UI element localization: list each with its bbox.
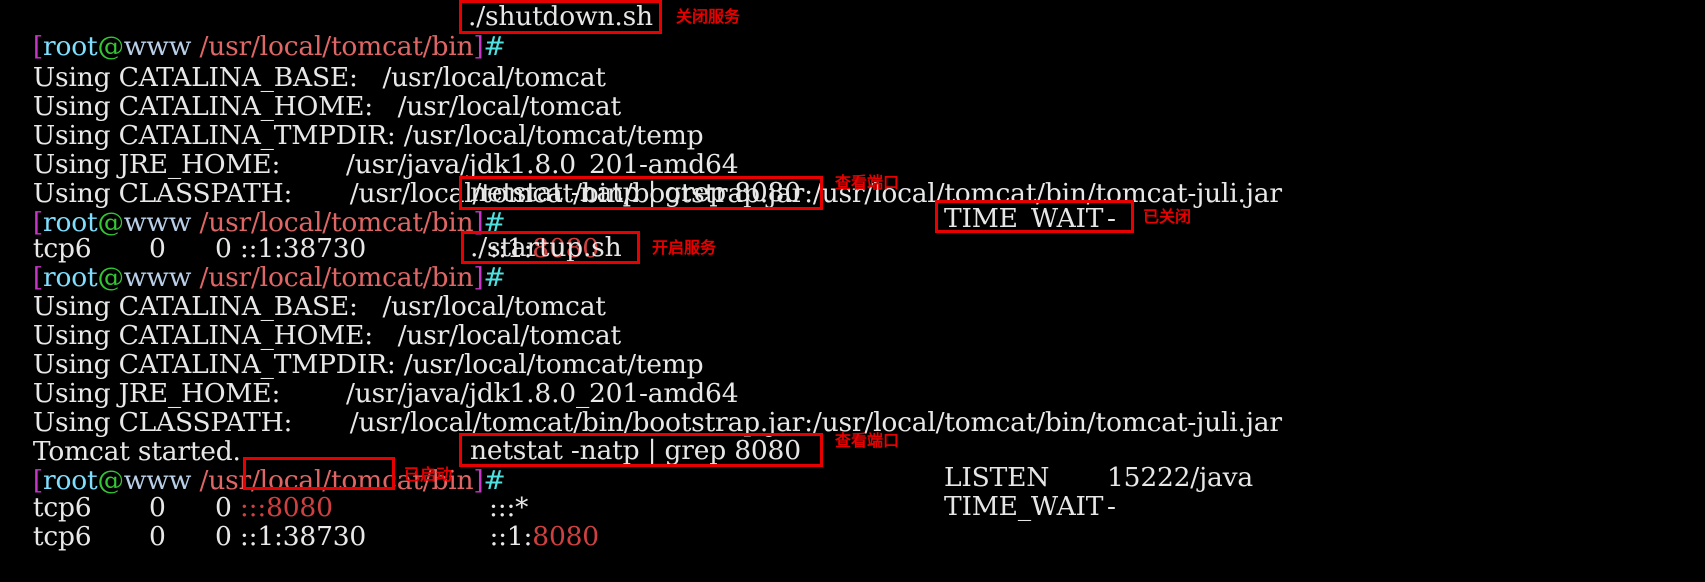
row2-pid-program: 15222/java [1107,462,1254,493]
terminal-line-classpath-2: Using CLASSPATH: /usr/local/tomcat/bin/b… [0,378,1282,438]
row3-foreign-address-prefix: ::1: [489,521,533,552]
terminal-line-catalina-base: Using CATALINA_BASE: /usr/local/tomcat [0,33,606,93]
terminal-line-prompt-shutdown: [root@www /usr/local/tomcat/bin]# [0,2,506,62]
terminal-window: [root@www /usr/local/tomcat/bin]# ./shut… [0,0,1705,559]
row3-pid-program: - [1107,491,1116,522]
classpath-value: /usr/local/tomcat/bin/bootstrap.jar:/usr… [349,407,1282,438]
row3-recvq: 0 [149,521,166,552]
annotation-started-note: 已启动 [404,465,453,484]
command-startup[interactable]: ./startup.sh [470,233,622,263]
annotation-closed-note: 已关闭 [1143,207,1192,226]
terminal-line-jre-home: Using JRE_HOME: /usr/java/jdk1.8.0_201-a… [0,120,739,180]
row1-pid-program: - [1107,203,1116,234]
netstat-row-1: tcp6 0 0 ::1:38730 ::1:8080 [0,204,599,264]
annotation-netstat-note-1: 查看端口 [835,173,900,192]
row3-proto: tcp6 [32,521,92,552]
terminal-line-tomcat-started: Tomcat started. [0,407,241,467]
terminal-line-jre-home-2: Using JRE_HOME: /usr/java/jdk1.8.0_201-a… [0,349,739,409]
terminal-line-catalina-tmpdir-2: Using CATALINA_TMPDIR: /usr/local/tomcat… [0,320,704,380]
terminal-line-catalina-tmpdir: Using CATALINA_TMPDIR: /usr/local/tomcat… [0,91,704,151]
terminal-line-prompt-netstat-2: [root@www /usr/local/tomcat/bin]# [0,436,506,496]
terminal-line-catalina-home: Using CATALINA_HOME: /usr/local/tomcat [0,62,621,122]
row1-state: TIME_WAIT [944,203,1104,234]
terminal-line-prompt-startup: [root@www /usr/local/tomcat/bin]# [0,233,506,293]
terminal-line-classpath: Using CLASSPATH: /usr/local/tomcat/bin/b… [0,149,1282,209]
netstat-row-3: tcp6 0 0 ::1:38730 ::1:8080 [0,492,599,552]
row2-state: LISTEN [944,462,1050,493]
annotation-startup-note: 开启服务 [652,238,717,257]
command-shutdown[interactable]: ./shutdown.sh [468,2,653,32]
row3-foreign-address-port: 8080 [532,521,599,552]
terminal-line-catalina-base-2: Using CATALINA_BASE: /usr/local/tomcat [0,262,606,322]
command-netstat-2[interactable]: netstat -natp | grep 8080 [470,436,801,466]
terminal-line-catalina-home-2: Using CATALINA_HOME: /usr/local/tomcat [0,291,621,351]
annotation-netstat-note-2: 查看端口 [835,431,900,450]
row3-state: TIME_WAIT [944,491,1104,522]
row3-sendq: 0 [215,521,232,552]
annotation-shutdown-note: 关闭服务 [676,7,741,26]
row3-local-address: ::1:38730 [239,521,367,552]
